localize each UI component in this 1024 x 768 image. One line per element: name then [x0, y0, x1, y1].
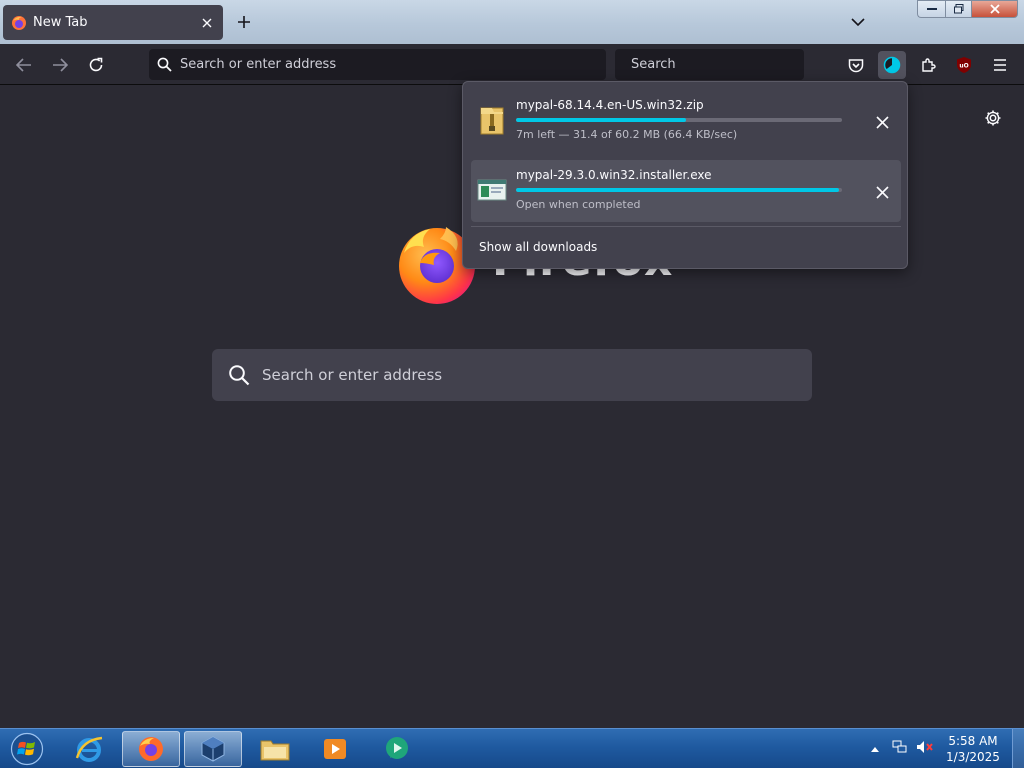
show-hidden-icons-button[interactable] [870, 742, 880, 757]
ublock-origin-icon: uO [957, 57, 971, 73]
minimize-icon [926, 8, 937, 10]
new-tab-button[interactable] [232, 10, 256, 34]
taskbar: 5:58 AM 1/3/2025 [0, 728, 1024, 768]
folder-icon [260, 740, 290, 761]
search-input[interactable] [631, 57, 801, 72]
chevron-down-icon [851, 18, 865, 27]
ublock-button[interactable]: uO [951, 52, 977, 78]
system-clock[interactable]: 5:58 AM 1/3/2025 [940, 733, 1006, 765]
gear-icon [985, 110, 1001, 126]
download-progress-bar [516, 188, 842, 192]
minimize-button[interactable] [917, 0, 945, 18]
chat-bubble-icon [386, 737, 408, 759]
network-icon [892, 740, 907, 753]
virtualbox-icon [201, 736, 225, 762]
close-icon [875, 185, 889, 199]
personalize-button[interactable] [980, 105, 1006, 131]
close-icon [989, 4, 1000, 14]
pocket-icon [848, 58, 864, 72]
volume-button[interactable] [916, 740, 934, 758]
puzzle-icon [922, 58, 936, 72]
windows-start-orb-icon [10, 732, 44, 766]
zip-folder-icon [480, 107, 504, 135]
close-icon [875, 115, 889, 129]
nav-toolbar: uO [0, 44, 1024, 85]
taskbar-internet-explorer[interactable] [60, 731, 118, 767]
reload-icon [89, 57, 103, 72]
download-progress-fill [516, 188, 839, 192]
tab-new-tab[interactable]: New Tab [3, 5, 223, 40]
download-item[interactable]: mypal-68.14.4.en-US.win32.zip 7m left — … [471, 90, 901, 152]
download-progress-fill [516, 118, 686, 122]
taskbar-media-player[interactable] [306, 731, 364, 767]
installer-icon [477, 179, 507, 201]
tab-close-icon[interactable] [199, 15, 215, 31]
firefox-icon [139, 737, 163, 761]
download-item[interactable]: mypal-29.3.0.win32.installer.exe Open wh… [471, 160, 901, 222]
taskbar-file-explorer[interactable] [246, 731, 304, 767]
svg-text:uO: uO [959, 63, 968, 70]
clock-date: 1/3/2025 [946, 750, 1000, 764]
plus-icon [238, 16, 250, 28]
address-bar[interactable] [149, 49, 606, 80]
show-all-downloads-button[interactable]: Show all downloads [479, 240, 597, 254]
extensions-button[interactable] [915, 52, 941, 78]
window-controls [917, 0, 1018, 20]
clock-time: 5:58 AM [948, 734, 998, 748]
download-filename: mypal-68.14.4.en-US.win32.zip [516, 98, 704, 112]
forward-button[interactable] [47, 52, 73, 78]
start-button[interactable] [0, 731, 54, 767]
cancel-download-button[interactable] [871, 111, 893, 133]
back-arrow-icon [16, 58, 31, 72]
home-search-input[interactable] [262, 366, 796, 384]
download-progress-icon [883, 56, 901, 74]
chevron-up-icon [871, 746, 879, 752]
title-bar: New Tab [0, 0, 1024, 44]
search-bar[interactable] [615, 49, 804, 80]
search-icon [157, 57, 172, 72]
forward-arrow-icon [53, 58, 68, 72]
taskbar-firefox[interactable] [122, 731, 180, 767]
menu-button[interactable] [987, 52, 1013, 78]
close-window-button[interactable] [971, 0, 1018, 18]
taskbar-virtualbox[interactable] [184, 731, 242, 767]
cancel-download-button[interactable] [871, 181, 893, 203]
media-player-icon [324, 739, 346, 759]
list-all-tabs-button[interactable] [846, 10, 870, 34]
divider [471, 226, 901, 227]
address-input[interactable] [180, 57, 598, 72]
home-search-box[interactable] [212, 349, 812, 401]
search-icon [229, 365, 250, 386]
back-button[interactable] [11, 52, 37, 78]
tab-title: New Tab [33, 15, 88, 30]
pocket-button[interactable] [843, 52, 869, 78]
volume-muted-icon [917, 741, 933, 753]
reload-button[interactable] [83, 52, 109, 78]
show-desktop-button[interactable] [1012, 729, 1024, 768]
maximize-button[interactable] [945, 0, 971, 18]
download-filename: mypal-29.3.0.win32.installer.exe [516, 168, 712, 182]
taskbar-messaging-app[interactable] [368, 731, 426, 767]
download-progress-bar [516, 118, 842, 122]
hamburger-menu-icon [994, 59, 1006, 71]
download-status: Open when completed [516, 198, 641, 211]
internet-explorer-icon [75, 736, 103, 762]
restore-icon [953, 4, 963, 14]
downloads-panel: mypal-68.14.4.en-US.win32.zip 7m left — … [462, 81, 908, 269]
network-button[interactable] [892, 740, 908, 758]
download-status: 7m left — 31.4 of 60.2 MB (66.4 KB/sec) [516, 128, 738, 141]
downloads-button[interactable] [878, 51, 906, 79]
firefox-icon [12, 15, 26, 30]
